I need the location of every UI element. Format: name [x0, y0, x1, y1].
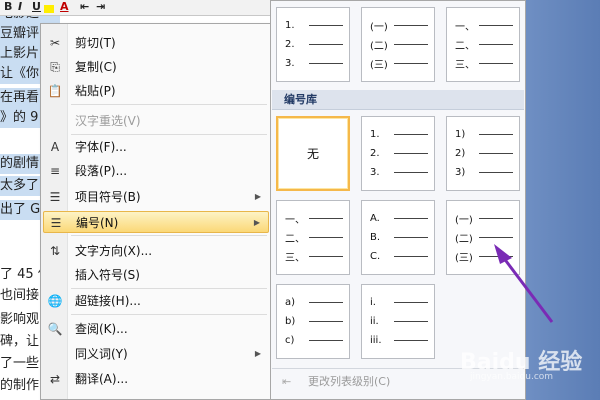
- annotation-arrow: [494, 244, 554, 323]
- watermark-url: jingyan.baidu.com: [470, 372, 554, 382]
- arrow-shaft: [498, 252, 554, 323]
- arrow-head: [494, 244, 512, 264]
